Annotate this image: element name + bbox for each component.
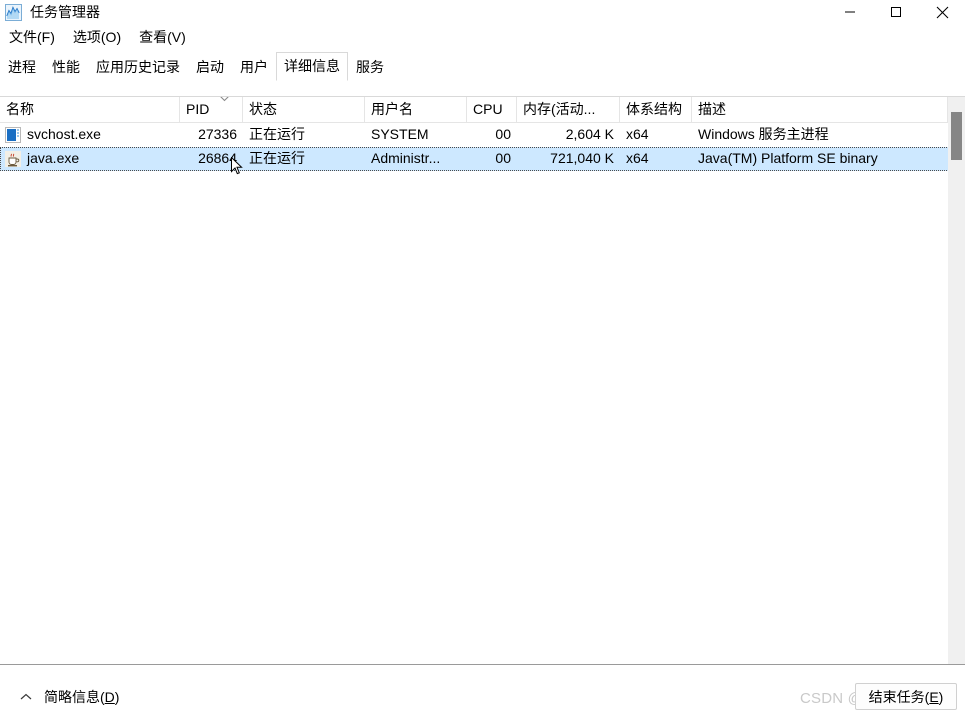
column-header-pid[interactable]: PID [180, 97, 243, 123]
table-row[interactable]: svchost.exe 27336 正在运行 SYSTEM 00 2,604 K x64 Wi… [0, 123, 965, 147]
tab-details[interactable]: 详细信息 [276, 52, 348, 81]
tab-performance[interactable]: 性能 [44, 53, 88, 81]
cell-name: svchost.exe [27, 126, 101, 142]
window-controls [827, 0, 965, 24]
column-header-label: 状态 [249, 101, 277, 117]
cell-status: 正在运行 [249, 126, 305, 142]
table-row[interactable]: java.exe 26864 正在运行 Administr... 00 721,040 K… [0, 147, 965, 171]
tab-users[interactable]: 用户 [232, 53, 276, 81]
tab-services[interactable]: 服务 [348, 53, 392, 81]
menu-item-options[interactable]: 选项(O) [64, 26, 130, 48]
tab-app-history[interactable]: 应用历史记录 [88, 53, 188, 81]
column-header-memory[interactable]: 内存(活动... [517, 97, 620, 123]
scrollbar-thumb[interactable] [951, 112, 962, 160]
title-bar: 任务管理器 [0, 0, 965, 24]
maximize-button[interactable] [873, 0, 919, 24]
column-header-label: 内存(活动... [523, 101, 596, 117]
cell-desc: Windows 服务主进程 [698, 126, 829, 142]
fewer-details-label: 简略信息(D) [44, 689, 120, 705]
column-header-label: 体系结构 [626, 101, 682, 117]
table-header-row: 名称 PID 状态 用户名 CPU 内存(活动... 体系结构 描述 [0, 97, 965, 123]
fewer-details-toggle[interactable]: 简略信息(D) [18, 687, 119, 707]
cell-user: Administr... [371, 150, 441, 166]
tab-processes[interactable]: 进程 [0, 53, 44, 81]
end-task-button[interactable]: 结束任务(E) [855, 683, 957, 710]
column-header-arch[interactable]: 体系结构 [620, 97, 692, 123]
chevron-up-icon [18, 691, 34, 703]
cell-arch: x64 [626, 126, 649, 142]
close-button[interactable] [919, 0, 965, 24]
sort-chevron-down-icon [218, 97, 231, 103]
menu-item-file[interactable]: 文件(F) [0, 26, 64, 48]
process-list: 名称 PID 状态 用户名 CPU 内存(活动... 体系结构 描述 svchost.exe 2… [0, 96, 965, 665]
cell-cpu: 00 [495, 126, 511, 142]
cell-memory: 2,604 K [565, 126, 614, 142]
column-header-label: PID [186, 101, 210, 117]
column-header-cpu[interactable]: CPU [467, 97, 517, 123]
column-header-label: 描述 [698, 101, 726, 117]
cell-memory: 721,040 K [550, 150, 614, 166]
window-title: 任务管理器 [30, 4, 100, 20]
column-header-label: CPU [473, 101, 503, 117]
tab-startup[interactable]: 启动 [188, 53, 232, 81]
column-header-name[interactable]: 名称 [0, 97, 180, 123]
menu-item-view[interactable]: 查看(V) [130, 26, 195, 48]
menu-bar: 文件(F) 选项(O) 查看(V) [0, 24, 965, 50]
minimize-button[interactable] [827, 0, 873, 24]
table-body: svchost.exe 27336 正在运行 SYSTEM 00 2,604 K x64 Wi… [0, 123, 965, 171]
cell-pid: 27336 [198, 126, 237, 142]
cell-desc: Java(TM) Platform SE binary [698, 150, 878, 166]
task-manager-chart-icon [5, 3, 22, 21]
column-header-label: 名称 [6, 101, 34, 117]
column-header-status[interactable]: 状态 [243, 97, 365, 123]
vertical-scrollbar[interactable] [948, 97, 965, 664]
cell-name: java.exe [27, 150, 80, 166]
column-header-user[interactable]: 用户名 [365, 97, 467, 123]
cell-arch: x64 [626, 150, 649, 166]
cell-user: SYSTEM [371, 126, 429, 142]
cell-status: 正在运行 [249, 150, 305, 166]
column-header-label: 用户名 [371, 101, 413, 117]
cell-cpu: 00 [495, 150, 511, 166]
tab-strip: 进程 性能 应用历史记录 启动 用户 详细信息 服务 [0, 52, 965, 81]
column-header-desc[interactable]: 描述 [692, 97, 948, 123]
cell-pid: 26864 [198, 150, 237, 166]
